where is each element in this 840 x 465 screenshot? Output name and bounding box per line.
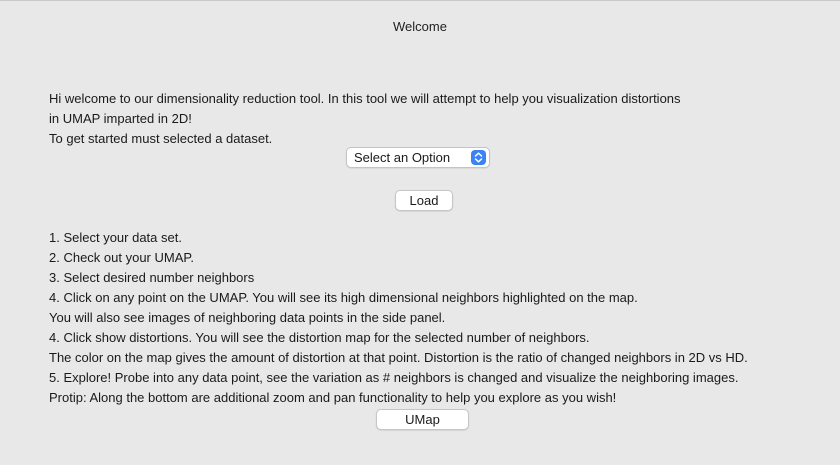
dataset-select[interactable]: Select an Option [346,147,490,168]
intro-line: Hi welcome to our dimensionality reducti… [49,91,681,106]
instruction-line: 2. Check out your UMAP. [49,250,194,265]
instructions-list: 1. Select your data set. 2. Check out yo… [49,228,829,408]
instruction-line: The color on the map gives the amount of… [49,350,748,365]
umap-button[interactable]: UMap [376,409,469,430]
instruction-line: 4. Click on any point on the UMAP. You w… [49,290,638,305]
chevron-up-down-icon [471,150,486,165]
load-button[interactable]: Load [395,190,453,211]
welcome-window: Welcome Hi welcome to our dimensionality… [0,0,840,465]
instruction-line: 1. Select your data set. [49,230,182,245]
instruction-line: Protip: Along the bottom are additional … [49,390,617,405]
intro-text: Hi welcome to our dimensionality reducti… [49,89,769,149]
instruction-line: You will also see images of neighboring … [49,310,446,325]
intro-line: To get started must selected a dataset. [49,131,273,146]
instruction-line: 4. Click show distortions. You will see … [49,330,590,345]
instruction-line: 5. Explore! Probe into any data point, s… [49,370,739,385]
intro-line: in UMAP imparted in 2D! [49,111,192,126]
instruction-line: 3. Select desired number neighbors [49,270,255,285]
window-title: Welcome [393,19,447,34]
dataset-select-value: Select an Option [354,150,451,165]
